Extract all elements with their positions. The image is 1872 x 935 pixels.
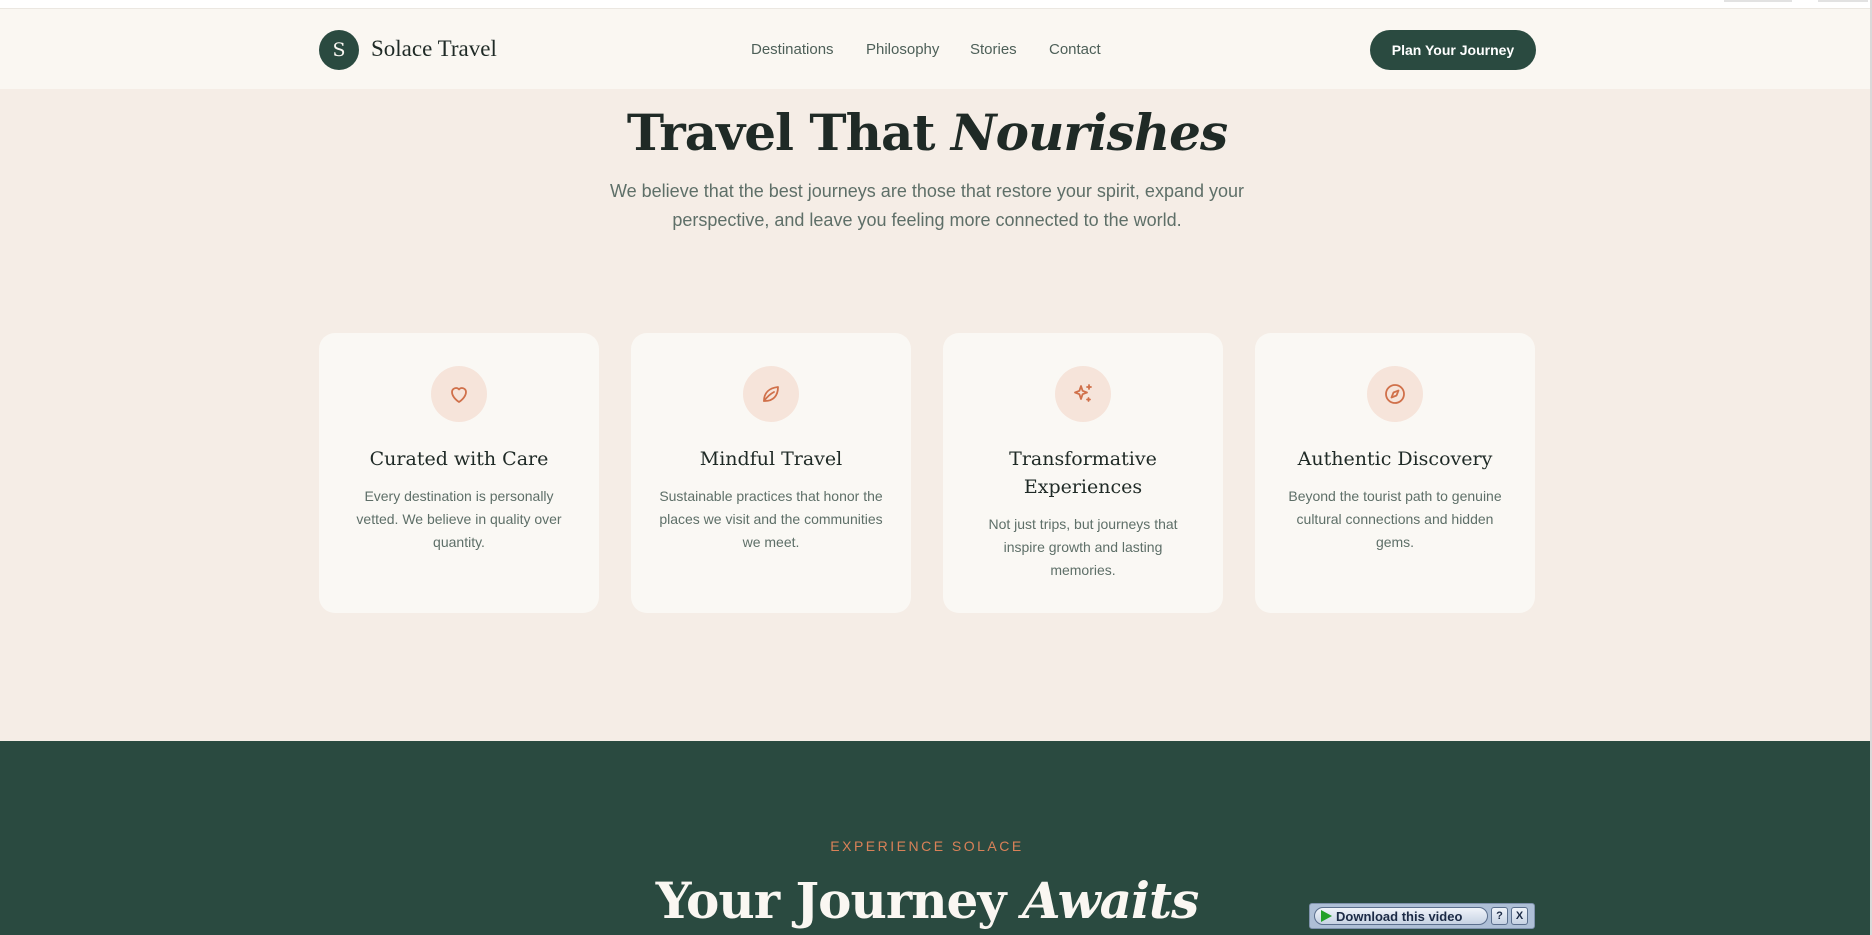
close-button[interactable]: X [1511,907,1528,925]
download-video-button[interactable]: Download this video [1314,907,1488,925]
card-description: Every destination is personally vetted. … [356,488,562,550]
logo-mark[interactable]: S [319,30,359,70]
card-title: Transformative Experiences [1009,448,1157,498]
value-card-mindful: Mindful Travel Sustainable practices tha… [631,333,911,613]
card-title: Mindful Travel [699,448,843,470]
top-browser-artifact-1 [1724,0,1792,2]
section-eyebrow: EXPERIENCE SOLACE [830,838,1024,854]
nav-link-contact[interactable]: Contact [1049,41,1101,58]
play-icon [1321,910,1332,922]
nav-link-philosophy[interactable]: Philosophy [866,41,939,58]
hero-title-italic: Nourishes [950,103,1228,162]
top-browser-artifact-2 [1818,0,1868,2]
download-video-widget: Download this video ? X [1309,903,1535,929]
card-description: Beyond the tourist path to genuine cultu… [1288,488,1502,550]
heart-icon [431,366,487,422]
nav-link-stories[interactable]: Stories [970,41,1017,58]
value-card-transformative: Transformative Experiences Not just trip… [943,333,1223,613]
section-title-plain: Your Journey [655,871,1007,930]
section-title: Your Journey Awaits [0,871,1854,930]
value-card-authentic: Authentic Discovery Beyond the tourist p… [1255,333,1535,613]
value-card-curated: Curated with Care Every destination is p… [319,333,599,613]
card-title: Authentic Discovery [1297,448,1493,470]
compass-icon [1367,366,1423,422]
card-description: Sustainable practices that honor the pla… [659,488,883,550]
experience-section: EXPERIENCE SOLACE Your Journey Awaits [0,741,1870,935]
section-title-italic: Awaits [1021,871,1199,930]
hero-subtitle: We believe that the best journeys are th… [609,181,1245,230]
card-title: Curated with Care [369,448,549,470]
help-button[interactable]: ? [1491,907,1508,925]
plan-your-journey-button[interactable]: Plan Your Journey [1370,30,1536,70]
logo-text[interactable]: Solace Travel [371,36,497,62]
download-video-label: Download this video [1336,908,1463,924]
sparkle-icon [1055,366,1111,422]
hero-title: Travel That Nourishes [0,103,1854,162]
site-header: S Solace Travel Destinations Philosophy … [0,8,1870,90]
card-description: Not just trips, but journeys that inspir… [988,516,1178,578]
leaf-icon [743,366,799,422]
nav-link-destinations[interactable]: Destinations [751,41,834,58]
values-section: Travel That Nourishes We believe that th… [0,89,1870,741]
hero-title-plain: Travel That [626,103,936,162]
